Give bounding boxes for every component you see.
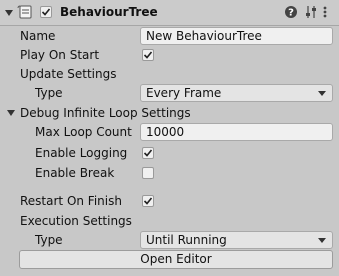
- enable-logging-label: Enable Logging: [35, 146, 128, 160]
- sliders-icon[interactable]: [304, 5, 318, 19]
- script-icon: [17, 5, 33, 19]
- component-title: BehaviourTree: [60, 5, 158, 19]
- execution-settings-label: Execution Settings: [20, 214, 132, 228]
- name-field[interactable]: New BehaviourTree: [140, 27, 333, 45]
- enable-logging-checkbox[interactable]: [142, 147, 154, 159]
- restart-on-finish-checkbox[interactable]: [142, 195, 154, 207]
- max-loop-count-label: Max Loop Count: [35, 125, 132, 139]
- open-editor-button[interactable]: Open Editor: [19, 250, 333, 269]
- execution-type-label: Type: [35, 233, 63, 247]
- chevron-down-icon: [318, 91, 326, 96]
- update-type-dropdown[interactable]: Every Frame: [140, 84, 333, 102]
- update-settings-label: Update Settings: [20, 67, 117, 81]
- play-on-start-checkbox[interactable]: [142, 49, 154, 61]
- chevron-down-icon: [318, 238, 326, 243]
- component-foldout-icon[interactable]: [5, 10, 13, 16]
- play-on-start-label: Play On Start: [20, 48, 100, 62]
- help-icon[interactable]: ?: [284, 5, 298, 19]
- debug-foldout-icon[interactable]: [7, 110, 15, 116]
- component-enabled-checkbox[interactable]: [40, 6, 52, 18]
- execution-type-dropdown[interactable]: Until Running: [140, 231, 333, 249]
- update-type-label: Type: [35, 86, 63, 100]
- component-header[interactable]: BehaviourTree ?: [0, 0, 339, 26]
- max-loop-count-field[interactable]: 10000: [140, 123, 333, 141]
- behaviour-tree-inspector: BehaviourTree ? Name New BehaviourTree P…: [0, 0, 339, 276]
- enable-break-checkbox[interactable]: [142, 167, 154, 179]
- update-type-value: Every Frame: [146, 86, 222, 100]
- debug-settings-label[interactable]: Debug Infinite Loop Settings: [20, 105, 191, 121]
- restart-on-finish-label: Restart On Finish: [20, 194, 122, 208]
- more-icon[interactable]: [322, 5, 328, 19]
- name-label: Name: [20, 29, 56, 43]
- enable-break-label: Enable Break: [35, 166, 115, 180]
- svg-text:?: ?: [288, 8, 294, 19]
- execution-type-value: Until Running: [146, 233, 227, 247]
